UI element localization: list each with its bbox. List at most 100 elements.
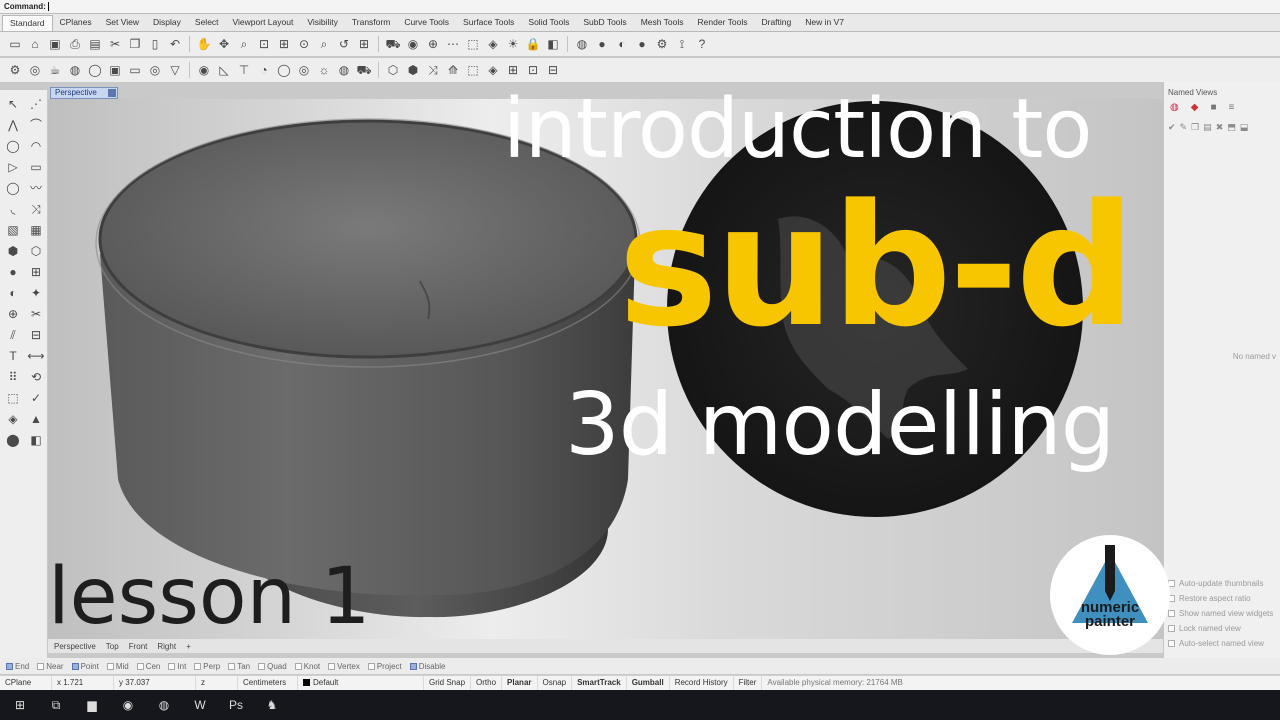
windows-start-icon[interactable]: ⊞ (6, 692, 34, 718)
four-view-icon[interactable]: ⊞ (355, 35, 373, 53)
tab-set-view[interactable]: Set View (99, 15, 146, 31)
help-icon[interactable]: ? (693, 35, 711, 53)
open-file-icon[interactable]: ⌂ (26, 35, 44, 53)
subd-triangle-icon[interactable]: ◺ (215, 61, 233, 79)
triangle-icon[interactable]: ▷ (2, 157, 24, 177)
spotify-icon[interactable]: ◍ (150, 692, 178, 718)
options-icon[interactable]: ⚙ (653, 35, 671, 53)
chrome-icon[interactable]: ◉ (114, 692, 142, 718)
subd-sphere-icon[interactable]: ◍ (66, 61, 84, 79)
color-wheel-icon[interactable]: ◍ (1170, 102, 1179, 113)
snap-icon[interactable]: ⟟ (673, 35, 691, 53)
subd-ring-icon[interactable]: ◎ (146, 61, 164, 79)
car-icon[interactable]: ⛟ (384, 35, 402, 53)
join-icon[interactable]: ⊕ (2, 304, 24, 324)
viewport-tab-top[interactable]: Top (106, 642, 119, 651)
status-toggle-gumball[interactable]: Gumball (627, 675, 670, 691)
boolean-icon[interactable]: ◐ (2, 283, 24, 303)
subd-torus-icon[interactable]: ◯ (86, 61, 104, 79)
status-toggle-osnap[interactable]: Osnap (538, 675, 573, 691)
named-view-option[interactable]: Auto-update thumbnails (1168, 576, 1280, 591)
tab-surface-tools[interactable]: Surface Tools (456, 15, 521, 31)
curve-icon[interactable]: ⌒ (25, 115, 47, 135)
tab-visibility[interactable]: Visibility (300, 15, 345, 31)
line-icon[interactable]: ⋰ (25, 94, 47, 114)
file-explorer-icon[interactable]: ▆ (78, 692, 106, 718)
layers-icon[interactable]: ◧ (25, 430, 47, 450)
color-wheel-icon[interactable]: ◍ (573, 35, 591, 53)
osnap-checkbox[interactable] (37, 662, 45, 670)
lock-icon[interactable]: 🔒 (524, 35, 542, 53)
osnap-checkbox[interactable] (367, 662, 375, 670)
group-icon[interactable]: ⊟ (25, 325, 47, 345)
tab-new-in-v7[interactable]: New in V7 (798, 15, 851, 31)
explode-icon[interactable]: ✦ (25, 283, 47, 303)
task-view-icon[interactable]: ⧉ (42, 692, 70, 718)
osnap-checkbox[interactable] (194, 662, 202, 670)
named-view-option[interactable]: Show named view widgets (1168, 606, 1280, 621)
undo-icon[interactable]: ↶ (166, 35, 184, 53)
osnap-checkbox[interactable] (409, 662, 417, 670)
paint-icon[interactable]: ⬤ (2, 430, 24, 450)
subd-sweep-icon[interactable]: ⤨ (424, 61, 442, 79)
named-view-option[interactable]: Restore aspect ratio (1168, 591, 1280, 606)
status-toggle-record-history[interactable]: Record History (670, 675, 734, 691)
extrude-icon[interactable]: ▦ (25, 220, 47, 240)
subd-sun-icon[interactable]: ☼ (315, 61, 333, 79)
osnap-checkbox[interactable] (71, 662, 79, 670)
osnap-vertex[interactable]: Vertex (328, 662, 360, 671)
rectangle-icon[interactable]: ▭ (25, 157, 47, 177)
subd-plane-icon[interactable]: ▭ (126, 61, 144, 79)
osnap-knot[interactable]: Knot (294, 662, 320, 671)
subd-car-icon[interactable]: ⛟ (355, 61, 373, 79)
export-view-icon[interactable]: ⬓ (1240, 122, 1249, 133)
units-label[interactable]: Centimeters (238, 675, 298, 691)
subd-teapot-icon[interactable]: ☕ (46, 61, 64, 79)
viewport-tab-right[interactable]: Right (157, 642, 176, 651)
trim-icon[interactable]: ✂ (25, 304, 47, 324)
tab-transform[interactable]: Transform (345, 15, 397, 31)
photoshop-icon[interactable]: Ps (222, 692, 250, 718)
layers-icon[interactable]: ≡ (1228, 102, 1234, 113)
tab-viewport-layout[interactable]: Viewport Layout (226, 15, 301, 31)
zoom-dynamic-icon[interactable]: ⌕ (315, 35, 333, 53)
freeform-icon[interactable]: 〰 (25, 178, 47, 198)
subd-cone-icon[interactable]: ▽ (166, 61, 184, 79)
word-icon[interactable]: W (186, 692, 214, 718)
polyline-icon[interactable]: ⋀ (2, 115, 24, 135)
render-preview-icon[interactable]: ◐ (613, 35, 631, 53)
command-line[interactable]: Command: (0, 0, 1280, 14)
layer-selector[interactable]: Default (298, 675, 424, 691)
fillet-icon[interactable]: ◟ (2, 199, 24, 219)
render-sphere-icon[interactable]: ● (593, 35, 611, 53)
subd-pipe-icon[interactable]: ⬚ (464, 61, 482, 79)
viewport-tab-front[interactable]: Front (129, 642, 148, 651)
paste-view-icon[interactable]: ▤ (1203, 122, 1212, 133)
rotate-view-icon[interactable]: ✥ (215, 35, 233, 53)
tab-display[interactable]: Display (146, 15, 188, 31)
osnap-end[interactable]: End (6, 662, 29, 671)
add-viewport-tab[interactable]: + (186, 642, 191, 651)
layer-icon[interactable]: ◈ (484, 35, 502, 53)
osnap-int[interactable]: Int (168, 662, 186, 671)
zoom-extents-icon[interactable]: ⊞ (275, 35, 293, 53)
copy-icon[interactable]: ❐ (126, 35, 144, 53)
delete-view-icon[interactable]: ✖ (1216, 122, 1224, 133)
subd-disk-icon[interactable]: ◉ (195, 61, 213, 79)
material-icon[interactable]: ◆ (1191, 102, 1199, 113)
osnap-checkbox[interactable] (258, 662, 266, 670)
properties-icon[interactable]: ▤ (86, 35, 104, 53)
cplane-icon[interactable]: ⊕ (424, 35, 442, 53)
split-icon[interactable]: ⫽ (2, 325, 24, 345)
offset-icon[interactable]: ⤨ (25, 199, 47, 219)
restore-view-icon[interactable]: ✎ (1180, 122, 1188, 133)
subd-mode-icon[interactable]: ◎ (26, 61, 44, 79)
osnap-checkbox[interactable] (294, 662, 302, 670)
osnap-quad[interactable]: Quad (258, 662, 287, 671)
osnap-perp[interactable]: Perp (194, 662, 220, 671)
zoom-icon[interactable]: ⌕ (235, 35, 253, 53)
subd-crease-icon[interactable]: ⊡ (524, 61, 542, 79)
mesh-icon[interactable]: ⊞ (25, 262, 47, 282)
save-view-icon[interactable]: ✔ (1168, 122, 1176, 133)
status-toggle-ortho[interactable]: Ortho (471, 675, 503, 691)
